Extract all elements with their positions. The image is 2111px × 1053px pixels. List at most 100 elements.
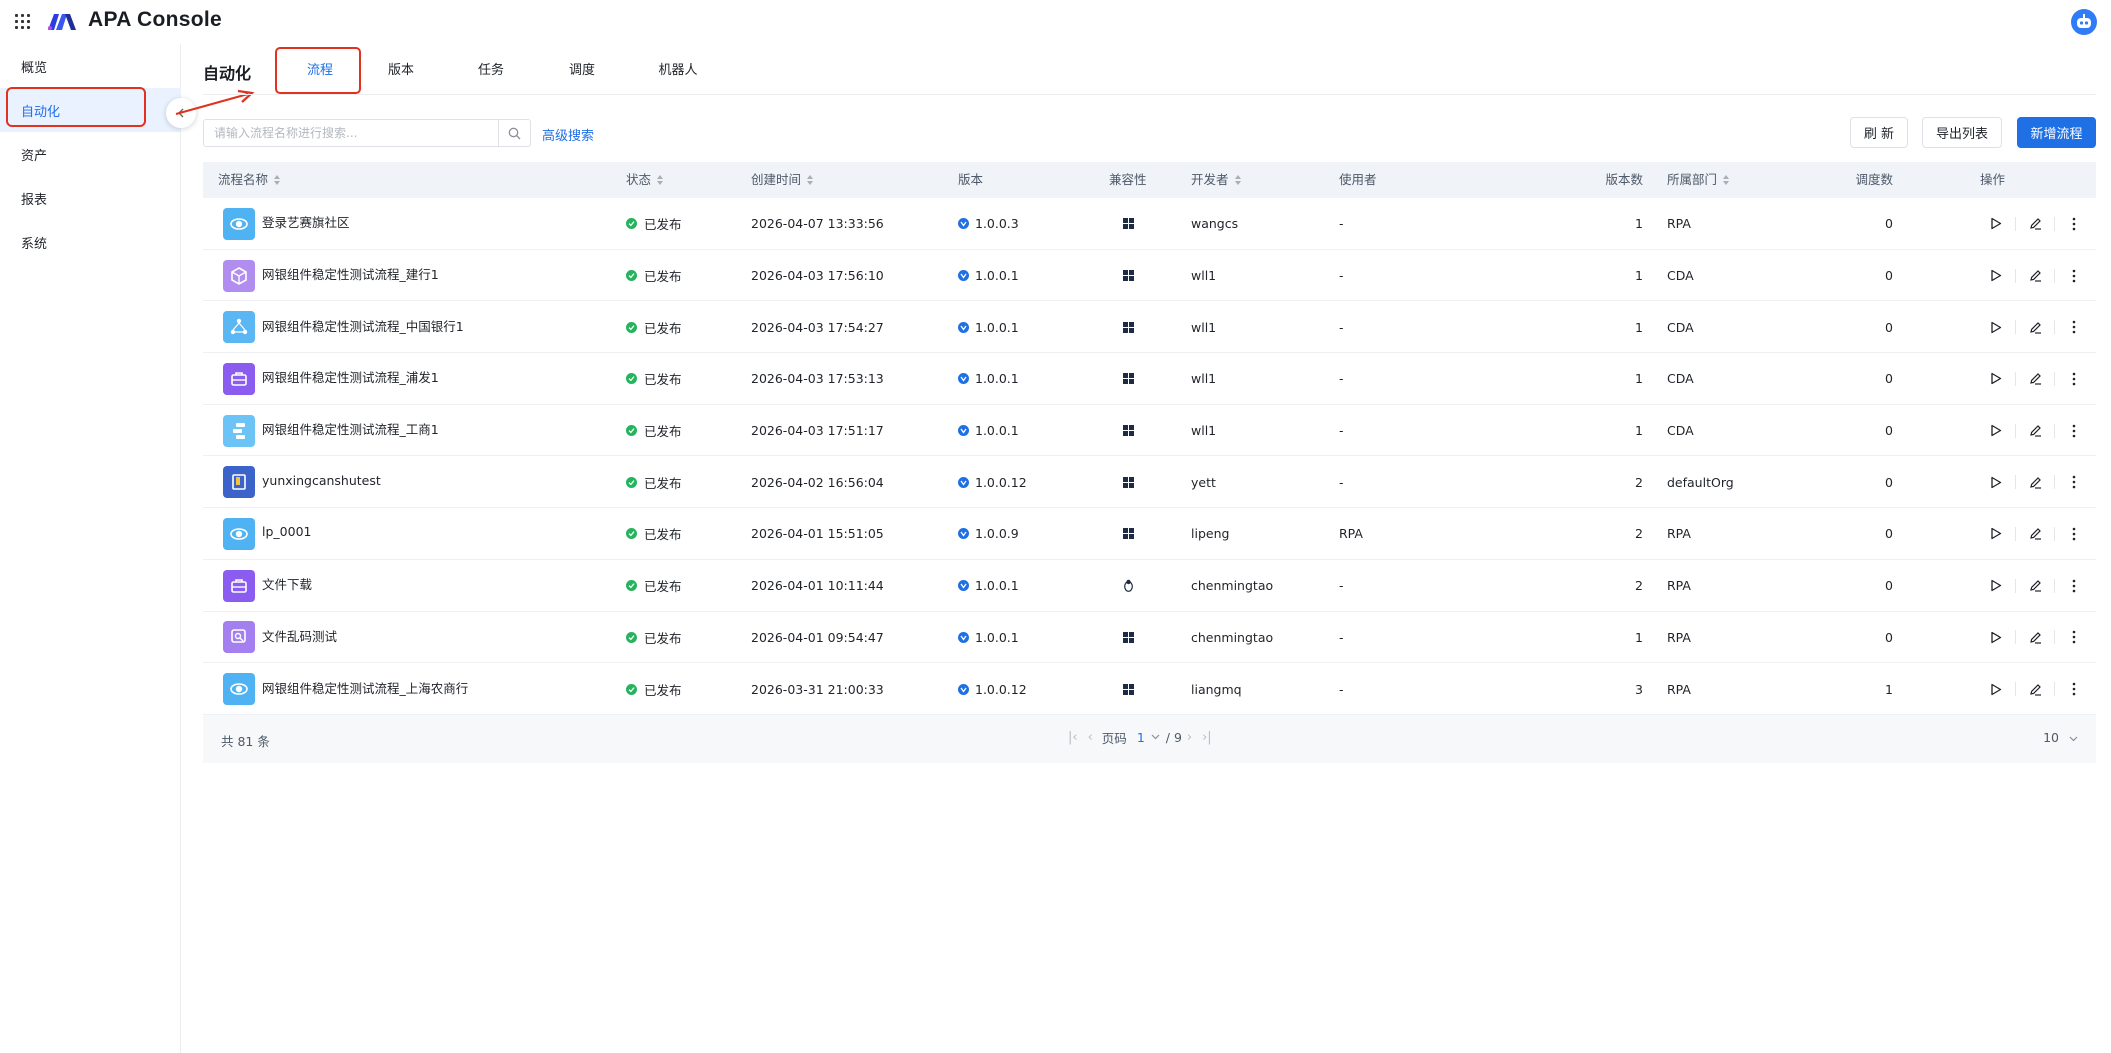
process-name[interactable]: 网银组件稳定性测试流程_上海农商行 — [262, 678, 468, 697]
section-title: 自动化 — [203, 64, 252, 83]
edit-button[interactable] — [2025, 369, 2045, 389]
add-process-button[interactable]: 新增流程 — [2017, 117, 2096, 148]
more-button[interactable] — [2064, 421, 2084, 441]
prev-page-icon[interactable]: ‹ — [1088, 730, 1093, 745]
column-header-name[interactable]: 流程名称 — [218, 162, 281, 198]
process-name-cell[interactable]: 文件乱码测试 — [223, 612, 337, 664]
more-button[interactable] — [2064, 627, 2084, 647]
run-button[interactable] — [1986, 472, 2006, 492]
next-page-icon[interactable]: › — [1187, 730, 1192, 745]
sidebar-item-assets[interactable]: 资产 — [0, 132, 181, 176]
export-list-button[interactable]: 导出列表 — [1922, 117, 2002, 148]
process-name[interactable]: 登录艺赛旗社区 — [262, 212, 350, 231]
sidebar-item-reports[interactable]: 报表 — [0, 176, 181, 220]
column-header-status[interactable]: 状态 — [626, 162, 664, 198]
run-button[interactable] — [1986, 627, 2006, 647]
process-name[interactable]: yunxingcanshutest — [262, 473, 381, 488]
play-icon — [1991, 631, 2002, 643]
table-row[interactable]: 网银组件稳定性测试流程_中国银行1 已发布 2026-04-03 17:54:27 1… — [203, 301, 2096, 354]
more-button[interactable] — [2064, 576, 2084, 596]
run-button[interactable] — [1986, 214, 2006, 234]
edit-button[interactable] — [2025, 576, 2045, 596]
run-button[interactable] — [1986, 421, 2006, 441]
table-row[interactable]: 网银组件稳定性测试流程_工商1 已发布 2026-04-03 17:51:17 1.0… — [203, 405, 2096, 457]
run-button[interactable] — [1986, 369, 2006, 389]
run-button[interactable] — [1986, 524, 2006, 544]
table-row[interactable]: 文件乱码测试 已发布 2026-04-01 09:54:47 1.0.0.1 chenm… — [203, 612, 2096, 664]
table-row[interactable]: 网银组件稳定性测试流程_上海农商行 已发布 2026-03-31 21:00:33 1… — [203, 663, 2096, 715]
sort-icon[interactable] — [807, 174, 814, 185]
sort-icon[interactable] — [274, 174, 281, 185]
process-name[interactable]: 网银组件稳定性测试流程_浦发1 — [262, 367, 439, 386]
process-name-cell[interactable]: 网银组件稳定性测试流程_建行1 — [223, 250, 439, 302]
process-name-cell[interactable]: 网银组件稳定性测试流程_工商1 — [223, 405, 439, 457]
refresh-button[interactable]: 刷 新 — [1850, 117, 1908, 148]
user-avatar[interactable] — [2071, 9, 2097, 35]
edit-button[interactable] — [2025, 266, 2045, 286]
edit-button[interactable] — [2025, 214, 2045, 234]
process-name[interactable]: 文件下载 — [262, 574, 312, 593]
process-name[interactable]: 网银组件稳定性测试流程_工商1 — [262, 419, 439, 438]
edit-button[interactable] — [2025, 317, 2045, 337]
run-button[interactable] — [1986, 266, 2006, 286]
current-page-select[interactable]: 1 — [1137, 730, 1145, 745]
column-header-dept[interactable]: 所属部门 — [1667, 162, 1730, 198]
column-header-developer[interactable]: 开发者 — [1191, 162, 1242, 198]
developer: wangcs — [1191, 216, 1239, 232]
table-row[interactable]: yunxingcanshutest 已发布 2026-04-02 16:56:04 1… — [203, 456, 2096, 509]
advanced-search-link[interactable]: 高级搜索 — [542, 125, 594, 144]
sidebar-item-overview[interactable]: 概览 — [0, 44, 181, 88]
process-name[interactable]: 文件乱码测试 — [262, 626, 337, 645]
run-button[interactable] — [1986, 576, 2006, 596]
more-button[interactable] — [2064, 266, 2084, 286]
more-button[interactable] — [2064, 524, 2084, 544]
more-button[interactable] — [2064, 369, 2084, 389]
app-grid-icon[interactable] — [15, 14, 32, 31]
column-header-created[interactable]: 创建时间 — [751, 162, 814, 198]
edit-button[interactable] — [2025, 524, 2045, 544]
process-name-cell[interactable]: 登录艺赛旗社区 — [223, 198, 350, 250]
table-row[interactable]: 文件下载 已发布 2026-04-01 10:11:44 1.0.0.1 chenmin… — [203, 560, 2096, 612]
sidebar-collapse-button[interactable] — [166, 98, 196, 128]
table-row[interactable]: 登录艺赛旗社区 已发布 2026-04-07 13:33:56 1.0.0.3 wang… — [203, 198, 2096, 250]
page-size-select[interactable]: 10 — [2043, 730, 2078, 745]
process-name-cell[interactable]: 网银组件稳定性测试流程_上海农商行 — [223, 663, 468, 715]
process-name[interactable]: 网银组件稳定性测试流程_建行1 — [262, 264, 439, 283]
sidebar-item-system[interactable]: 系统 — [0, 220, 181, 264]
more-button[interactable] — [2064, 214, 2084, 234]
process-name[interactable]: lp_0001 — [262, 524, 311, 539]
more-button[interactable] — [2064, 317, 2084, 337]
table-row[interactable]: 网银组件稳定性测试流程_建行1 已发布 2026-04-03 17:56:10 1.0… — [203, 250, 2096, 302]
edit-button[interactable] — [2025, 472, 2045, 492]
more-button[interactable] — [2064, 679, 2084, 699]
tab-version[interactable]: 版本 — [371, 48, 431, 94]
run-button[interactable] — [1986, 317, 2006, 337]
sort-icon[interactable] — [657, 174, 664, 185]
sort-icon[interactable] — [1234, 174, 1242, 185]
edit-button[interactable] — [2025, 679, 2045, 699]
edit-button[interactable] — [2025, 627, 2045, 647]
edit-button[interactable] — [2025, 421, 2045, 441]
process-name-cell[interactable]: 网银组件稳定性测试流程_浦发1 — [223, 353, 439, 405]
chevron-down-icon[interactable] — [1151, 734, 1160, 740]
table-row[interactable]: lp_0001 已发布 2026-04-01 15:51:05 1.0.0.9 lipe… — [203, 508, 2096, 560]
sort-icon[interactable] — [1723, 174, 1730, 185]
search-button[interactable] — [498, 120, 530, 146]
process-name[interactable]: 网银组件稳定性测试流程_中国银行1 — [262, 316, 464, 335]
process-name-cell[interactable]: yunxingcanshutest — [223, 456, 381, 508]
process-name-cell[interactable]: 网银组件稳定性测试流程_中国银行1 — [223, 301, 464, 353]
more-button[interactable] — [2064, 472, 2084, 492]
process-name-cell[interactable]: lp_0001 — [223, 508, 311, 560]
last-page-icon[interactable]: ›| — [1202, 730, 1212, 745]
table-row[interactable]: 网银组件稳定性测试流程_浦发1 已发布 2026-04-03 17:53:13 1.0… — [203, 353, 2096, 405]
run-button[interactable] — [1986, 679, 2006, 699]
tab-task[interactable]: 任务 — [461, 48, 521, 94]
created-time: 2026-04-07 13:33:56 — [751, 216, 884, 232]
process-name-cell[interactable]: 文件下载 — [223, 560, 312, 612]
search-input[interactable] — [204, 120, 498, 146]
tab-process[interactable]: 流程 — [275, 48, 365, 94]
tab-robot[interactable]: 机器人 — [643, 48, 713, 94]
tab-schedule[interactable]: 调度 — [552, 48, 612, 94]
sidebar-item-automation[interactable]: 自动化 — [0, 88, 181, 132]
first-page-icon[interactable]: |‹ — [1068, 730, 1078, 745]
